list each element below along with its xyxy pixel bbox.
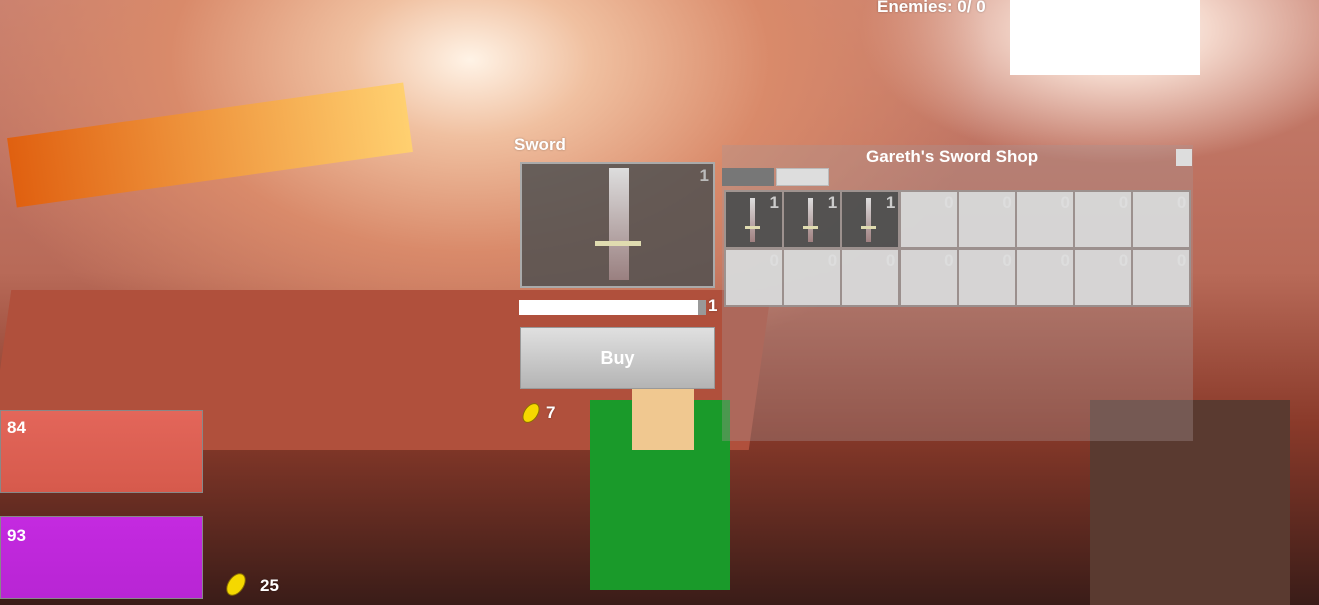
buy-button[interactable]: Buy [520,327,715,389]
tab-buy[interactable] [722,168,774,186]
slot-count: 0 [1002,193,1012,212]
shop-panel: Gareth's Sword Shop 1 1 1 0 0 0 0 0 0 0 0 0 0 0 0 0 [722,145,1193,441]
sword-icon [861,198,877,242]
shop-slot[interactable]: 1 [784,192,841,247]
preview-count: 1 [699,166,709,185]
sword-icon [745,198,760,242]
shop-slot[interactable]: 0 [784,250,841,305]
mana-bar: 93 [0,516,203,599]
slot-count: 0 [1060,193,1070,212]
scene-sword-orange [7,82,413,208]
slot-count: 0 [1176,251,1187,270]
shop-slot[interactable]: 0 [1017,192,1073,247]
slot-count: 1 [827,193,838,212]
shop-slot[interactable]: 0 [1133,192,1190,247]
coin-icon [518,399,544,427]
scene-window [1010,0,1200,75]
gold-amount: 25 [260,576,279,595]
close-button[interactable] [1176,149,1192,166]
gold-coin-icon [222,569,250,600]
sword-icon [609,168,629,280]
slot-count: 0 [944,193,954,212]
sword-icon [803,198,819,242]
shop-slot[interactable]: 0 [900,250,957,305]
item-title: Sword [514,135,566,154]
quantity-slider[interactable] [519,300,706,315]
shop-slot[interactable]: 0 [726,250,782,305]
health-value: 84 [7,418,26,437]
mana-value: 93 [7,526,26,545]
slot-count: 1 [769,193,779,212]
shop-slot[interactable]: 0 [1075,192,1132,247]
slot-count: 0 [1176,193,1187,212]
slot-count: 0 [1118,193,1129,212]
slot-count: 0 [1002,251,1012,270]
shop-grid: 1 1 1 0 0 0 0 0 0 0 0 0 0 0 0 0 [724,190,1191,307]
shop-slot[interactable]: 0 [1133,250,1190,305]
shop-slot[interactable]: 0 [900,192,957,247]
shop-slot[interactable]: 0 [958,192,1015,247]
quantity-value: 1 [708,296,718,315]
shop-slot[interactable]: 1 [842,192,899,247]
slot-count: 0 [1060,251,1070,270]
tab-sell[interactable] [776,168,829,186]
shop-slot[interactable]: 0 [1017,250,1073,305]
slot-count: 0 [769,251,779,270]
scene-player [590,400,730,590]
shop-slot[interactable]: 0 [958,250,1015,305]
shop-slot[interactable]: 0 [1075,250,1132,305]
shop-title: Gareth's Sword Shop [866,147,1039,166]
item-preview: 1 [520,162,715,288]
buy-label: Buy [600,347,635,368]
shop-slot[interactable]: 0 [842,250,899,305]
enemies-counter: Enemies: 0/ 0 [877,0,986,16]
item-price: 7 [546,403,556,422]
health-bar: 84 [0,410,203,493]
scene-player-head [632,380,694,450]
slot-count: 0 [827,251,838,270]
shop-slot[interactable]: 1 [726,192,782,247]
sword-guard [595,241,641,246]
slider-handle[interactable] [698,300,706,315]
slot-count: 0 [885,251,896,270]
slot-count: 1 [885,193,896,212]
slot-count: 0 [944,251,954,270]
slot-count: 0 [1118,251,1129,270]
